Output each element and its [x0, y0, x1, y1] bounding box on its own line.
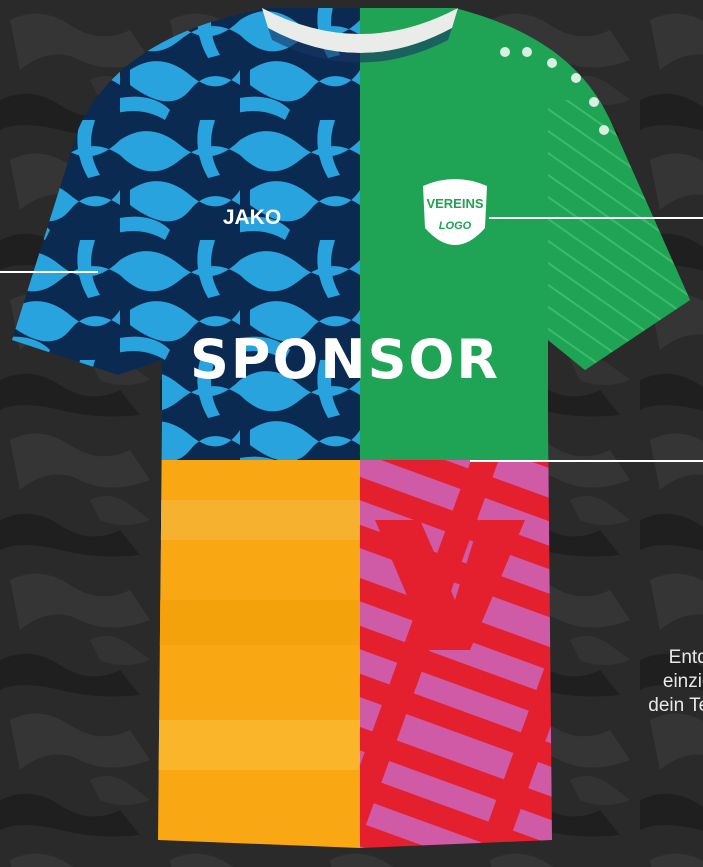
- jersey-designer-stage: JAKO VEREINS LOGO SPONSOR Entdeck einzig…: [0, 0, 703, 867]
- club-logo-line1: VEREINS: [426, 196, 483, 211]
- orange-stripe: [150, 600, 360, 645]
- orange-stripe: [150, 500, 360, 540]
- orange-stripe: [150, 720, 360, 770]
- promo-text: Entdeck einziga dein Tea: [584, 646, 703, 718]
- club-logo-shield[interactable]: VEREINS LOGO: [423, 179, 487, 245]
- promo-line-3: dein Tea: [648, 695, 703, 716]
- promo-line-1: Entdeck: [668, 647, 703, 668]
- club-logo-line2: LOGO: [439, 220, 472, 232]
- promo-line-2: einziga: [662, 671, 703, 692]
- brand-logo: JAKO: [223, 206, 281, 229]
- jersey-preview: JAKO VEREINS LOGO SPONSOR: [0, 0, 703, 867]
- sponsor-text[interactable]: SPONSOR: [190, 328, 500, 391]
